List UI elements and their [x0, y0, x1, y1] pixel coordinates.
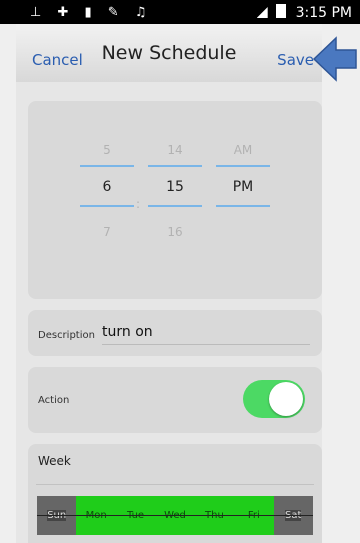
time-picker: 5 6 7 : 14 15 16 AM PM — [28, 101, 322, 299]
day-strike — [76, 515, 116, 516]
day-thu[interactable]: Thu — [194, 496, 235, 535]
action-row: Action — [28, 367, 322, 433]
hour-selected[interactable]: 6 — [78, 167, 136, 201]
signal-icon — [256, 7, 268, 18]
day-tue[interactable]: Tue — [115, 496, 156, 535]
day-strike — [194, 515, 235, 516]
day-mon[interactable]: Mon — [76, 496, 116, 535]
description-field[interactable]: turn on — [102, 324, 310, 345]
day-strike — [155, 515, 195, 516]
week-label: Week — [38, 454, 71, 468]
page-title: New Schedule — [101, 42, 237, 64]
hour-wheel[interactable]: 5 6 7 — [78, 143, 136, 247]
save-button[interactable]: Save — [277, 51, 314, 69]
hour-prev[interactable]: 5 — [78, 143, 136, 165]
week-divider — [36, 484, 314, 485]
day-wed[interactable]: Wed — [155, 496, 195, 535]
day-fri[interactable]: Fri — [234, 496, 274, 535]
description-label: Description — [38, 330, 95, 341]
day-strike — [273, 515, 313, 516]
minute-wheel[interactable]: 14 15 16 — [146, 143, 204, 247]
day-strike — [234, 515, 274, 516]
ampm-next — [214, 207, 272, 247]
ampm-wheel[interactable]: AM PM — [214, 143, 272, 247]
clock: 3:15 PM — [295, 5, 352, 21]
status-bar: ⊥ ✚ ▮ ✎ ♫ 3:15 PM — [0, 0, 360, 24]
notification-icons: ⊥ ✚ ▮ ✎ ♫ — [30, 5, 153, 20]
status-right: 3:15 PM — [256, 4, 352, 21]
action-label: Action — [38, 395, 70, 406]
ampm-prev[interactable]: AM — [214, 143, 272, 165]
toggle-knob — [269, 382, 303, 416]
action-toggle[interactable] — [243, 380, 305, 418]
app-header: Cancel New Schedule Save — [16, 24, 322, 83]
day-sun[interactable]: Sun — [37, 496, 77, 535]
description-row: Description turn on — [28, 310, 322, 356]
callout-arrow-icon — [312, 36, 357, 82]
minute-selected[interactable]: 15 — [146, 167, 204, 201]
day-strike — [37, 515, 77, 516]
battery-icon — [276, 4, 287, 18]
minute-next[interactable]: 16 — [146, 207, 204, 247]
day-strike — [115, 515, 156, 516]
day-selector: Sun Mon Tue Wed Thu Fri Sat — [37, 496, 313, 535]
day-sat[interactable]: Sat — [273, 496, 313, 535]
ampm-selected[interactable]: PM — [214, 167, 272, 201]
minute-prev[interactable]: 14 — [146, 143, 204, 165]
